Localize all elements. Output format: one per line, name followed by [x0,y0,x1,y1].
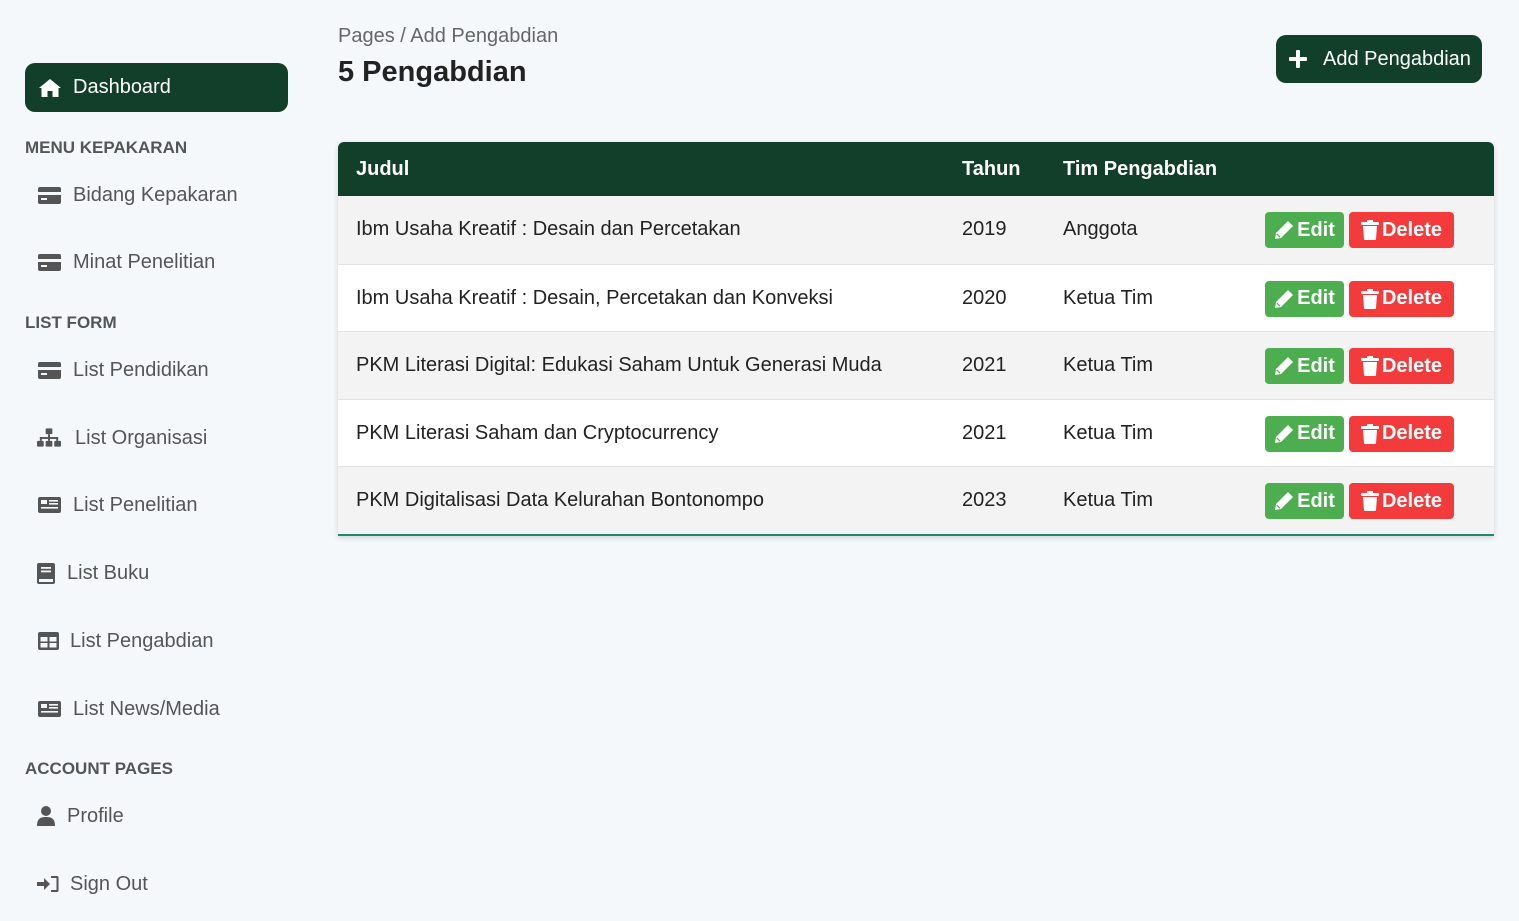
sidebar-item-label: Sign Out [70,872,148,895]
table-row: Ibm Usaha Kreatif : Desain, Percetakan d… [338,263,1494,332]
delete-label: Delete [1381,218,1443,241]
add-pengabdian-button[interactable]: Add Pengabdian [1276,35,1482,83]
table-icon [37,631,59,651]
pencil-icon [1275,221,1294,239]
table-header: Judul Tahun Tim Pengabdian [338,142,1494,196]
edit-label: Edit [1297,422,1335,444]
delete-button[interactable]: Delete [1349,280,1454,317]
sidebar-item-label: List Organisasi [75,426,208,449]
delete-button[interactable]: Delete [1349,212,1454,248]
sidebar-item-list-organisasi[interactable]: List Organisasi [37,423,207,453]
plus-icon [1289,50,1307,68]
edit-button[interactable]: Edit [1265,415,1344,452]
sidebar-item-profile[interactable]: Profile [37,801,124,831]
cell-tim: Ketua Tim [1063,421,1154,444]
delete-label: Delete [1381,489,1443,512]
trash-icon [1360,288,1379,309]
edit-label: Edit [1297,218,1335,241]
cell-judul: Ibm Usaha Kreatif : Desain dan Percetaka… [356,218,741,240]
pencil-icon [1275,492,1294,510]
breadcrumb: Pages / Add Pengabdian [338,25,559,47]
trash-icon [1360,423,1379,444]
section-title-list-form: LIST FORM [25,313,117,332]
edit-button[interactable]: Edit [1265,483,1344,519]
delete-button[interactable]: Delete [1349,483,1454,519]
sidebar-item-label: List Pendidikan [73,358,209,381]
table-body: Ibm Usaha Kreatif : Desain dan Percetaka… [338,196,1494,534]
page-title: 5 Pengabdian [338,56,527,88]
sidebar-item-list-news-media[interactable]: List News/Media [37,694,220,724]
sidebar-item-list-penelitian[interactable]: List Penelitian [37,490,198,520]
user-icon [37,806,55,826]
trash-icon [1360,356,1379,376]
sidebar: Dashboard MENU KEPAKARAN Bidang Kepakara… [0,0,310,921]
cell-tahun: 2020 [962,286,1007,309]
cell-judul: Ibm Usaha Kreatif : Desain, Percetakan d… [356,286,833,309]
trash-icon [1360,220,1379,240]
credit-card-icon [37,252,61,272]
edit-label: Edit [1297,287,1335,309]
newspaper-icon [37,699,61,719]
cell-judul: PKM Literasi Digital: Edukasi Saham Untu… [356,354,882,376]
add-button-label: Add Pengabdian [1323,47,1471,70]
cell-tim: Ketua Tim [1063,354,1154,376]
delete-label: Delete [1381,287,1443,309]
table-row: PKM Digitalisasi Data Kelurahan Bontonom… [338,466,1494,534]
cell-tahun: 2019 [962,218,1007,240]
cell-tim: Ketua Tim [1063,286,1154,309]
edit-label: Edit [1297,489,1335,512]
trash-icon [1360,491,1379,511]
pencil-icon [1275,424,1294,443]
sidebar-item-label: Minat Penelitian [73,250,216,273]
sidebar-item-label: List News/Media [73,697,220,720]
column-header-tahun: Tahun [962,158,1021,180]
column-header-judul: Judul [356,158,410,180]
delete-button[interactable]: Delete [1349,415,1454,452]
sidebar-item-list-buku[interactable]: List Buku [37,558,149,588]
pencil-icon [1275,289,1294,308]
book-icon [37,562,55,584]
edit-label: Edit [1297,354,1335,377]
sidebar-item-label: List Buku [67,561,150,584]
home-icon [39,78,61,97]
sitemap-icon [37,428,61,448]
table-row: PKM Literasi Digital: Edukasi Saham Untu… [338,331,1494,399]
cell-judul: PKM Digitalisasi Data Kelurahan Bontonom… [356,489,764,511]
cell-tahun: 2023 [962,489,1007,511]
sidebar-item-label: List Penelitian [73,493,198,516]
section-title-menu-kepakaran: MENU KEPAKARAN [25,138,188,157]
sidebar-item-label: Bidang Kepakaran [73,183,238,206]
sidebar-item-list-pengabdian[interactable]: List Pengabdian [37,626,213,656]
column-header-tim-pengabdian: Tim Pengabdian [1063,158,1218,180]
credit-card-icon [37,360,61,380]
sidebar-item-label: Dashboard [73,76,171,98]
sidebar-item-sign-out[interactable]: Sign Out [37,869,148,899]
delete-button[interactable]: Delete [1349,348,1454,384]
edit-button[interactable]: Edit [1265,212,1344,248]
newspaper-icon [37,495,61,515]
table-row: Ibm Usaha Kreatif : Desain dan Percetaka… [338,196,1494,264]
cell-tim: Anggota [1063,218,1138,240]
cell-tahun: 2021 [962,354,1007,376]
sidebar-item-minat-penelitian[interactable]: Minat Penelitian [37,247,215,277]
sign-in-icon [37,874,59,894]
sidebar-item-label: Profile [67,804,124,827]
cell-tim: Ketua Tim [1063,489,1154,511]
sidebar-item-dashboard[interactable]: Dashboard [25,63,288,112]
sidebar-item-bidang-kepakaran[interactable]: Bidang Kepakaran [37,180,238,210]
sidebar-item-label: List Pengabdian [70,629,214,652]
cell-judul: PKM Literasi Saham dan Cryptocurrency [356,421,719,444]
edit-button[interactable]: Edit [1265,280,1344,317]
table-row: PKM Literasi Saham dan Cryptocurrency 20… [338,398,1494,467]
delete-label: Delete [1381,354,1443,377]
pencil-icon [1275,357,1294,375]
delete-label: Delete [1381,422,1443,444]
edit-button[interactable]: Edit [1265,348,1344,384]
cell-tahun: 2021 [962,421,1007,444]
pengabdian-table: Judul Tahun Tim Pengabdian Ibm Usaha Kre… [338,142,1494,536]
section-title-account-pages: ACCOUNT PAGES [25,759,173,778]
credit-card-icon [37,185,61,205]
sidebar-item-list-pendidikan[interactable]: List Pendidikan [37,355,209,385]
